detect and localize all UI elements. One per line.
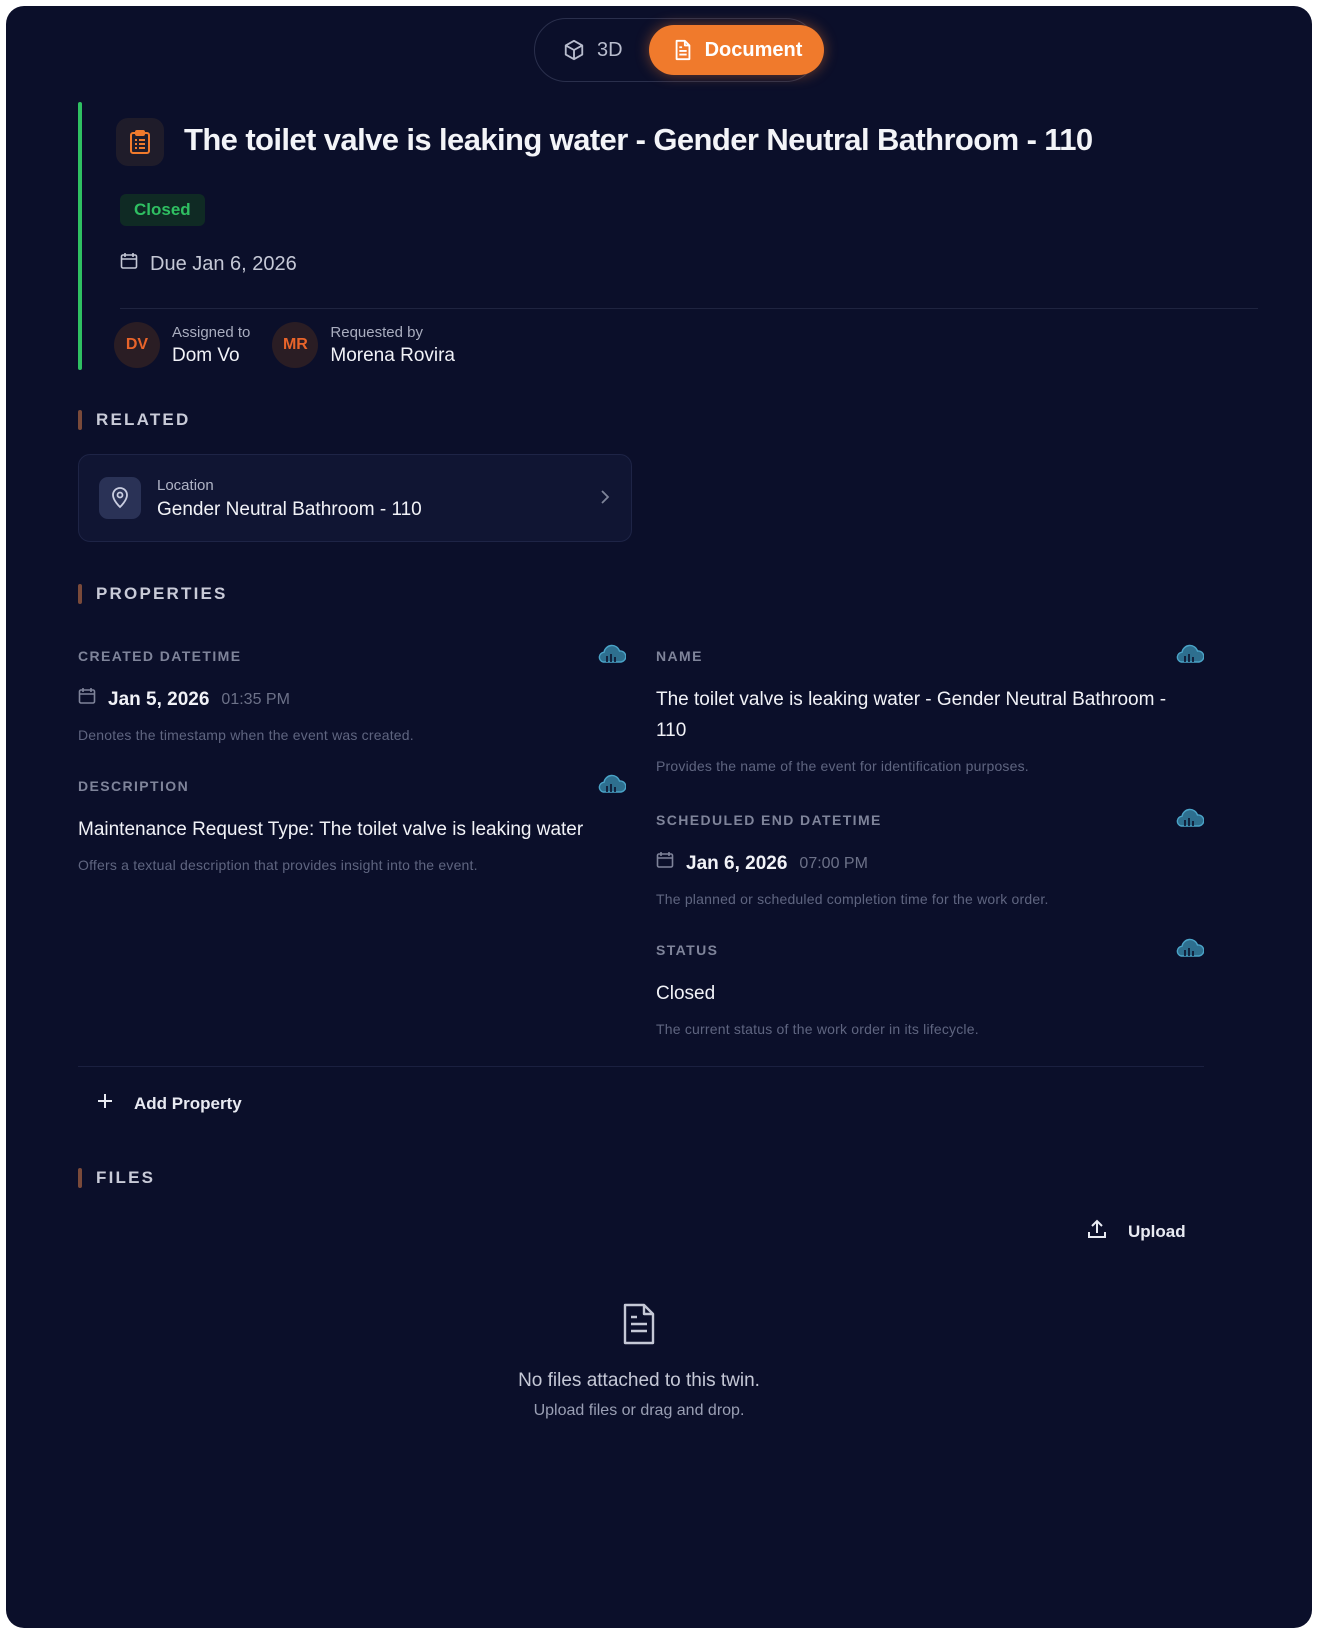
divider: [120, 308, 1258, 309]
cloud-data-icon[interactable]: [1176, 938, 1205, 965]
created-time: 01:35 PM: [221, 691, 290, 708]
section-accent: [78, 584, 82, 604]
cloud-data-icon[interactable]: [1176, 644, 1205, 671]
related-heading: RELATED: [78, 410, 190, 430]
property-name: NAME The toilet valve is leaking water -…: [656, 644, 1205, 774]
files-empty-state: No files attached to this twin. Upload f…: [6, 1302, 1272, 1420]
property-label: SCHEDULED END DATETIME: [656, 812, 882, 828]
property-description: Denotes the timestamp when the event was…: [78, 727, 414, 743]
property-label: STATUS: [656, 942, 719, 958]
property-status: STATUS Closed The current status of the …: [656, 938, 1205, 1037]
page-title: The toilet valve is leaking water - Gend…: [184, 122, 1093, 157]
properties-heading-text: PROPERTIES: [96, 584, 228, 603]
clipboard-icon: [116, 118, 164, 166]
empty-title: No files attached to this twin.: [518, 1370, 760, 1391]
calendar-icon: [120, 252, 138, 276]
cloud-data-icon[interactable]: [1176, 808, 1205, 835]
due-date-text: Due Jan 6, 2026: [150, 252, 297, 275]
file-icon: [6, 1302, 1272, 1346]
upload-button[interactable]: Upload: [1086, 1218, 1186, 1245]
created-date: Jan 5, 2026: [108, 689, 210, 710]
scheduled-end-time: 07:00 PM: [799, 855, 868, 872]
due-date: Due Jan 6, 2026: [120, 252, 297, 276]
location-value: Gender Neutral Bathroom - 110: [157, 499, 422, 520]
property-scheduled-end: SCHEDULED END DATETIME Jan 6, 2026 07:00…: [656, 808, 1205, 907]
map-pin-icon: [99, 477, 141, 519]
toggle-document-button[interactable]: Document: [648, 25, 825, 75]
section-accent: [78, 1168, 82, 1188]
property-value: Maintenance Request Type: The toilet val…: [78, 819, 584, 840]
add-property-label: Add Property: [134, 1093, 242, 1113]
toggle-3d-label: 3D: [597, 38, 623, 61]
files-heading: FILES: [78, 1168, 155, 1188]
avatar: DV: [114, 322, 160, 368]
property-created-datetime: CREATED DATETIME Jan 5, 2026 01:35 PM De…: [78, 644, 627, 743]
view-toggle: 3D Document: [534, 18, 825, 82]
requester-name: Morena Rovira: [330, 344, 455, 366]
calendar-icon: [78, 684, 96, 715]
toggle-3d-button[interactable]: 3D: [541, 25, 645, 75]
property-description: The current status of the work order in …: [656, 1021, 979, 1037]
cube-icon: [563, 39, 585, 61]
assignee-name: Dom Vo: [172, 344, 240, 366]
cloud-data-icon[interactable]: [598, 774, 627, 801]
cloud-data-icon[interactable]: [598, 644, 627, 671]
property-description-field: DESCRIPTION Maintenance Request Type: Th…: [78, 774, 627, 873]
upload-label: Upload: [1128, 1221, 1186, 1241]
assignee[interactable]: DV Assigned to Dom Vo: [114, 322, 250, 368]
section-accent: [78, 410, 82, 430]
plus-icon: [96, 1092, 114, 1115]
divider: [78, 1066, 1204, 1067]
property-description: Offers a textual description that provid…: [78, 857, 478, 873]
chevron-right-icon: [599, 487, 611, 512]
property-value: Closed: [656, 983, 716, 1004]
location-label: Location: [157, 477, 214, 494]
related-heading-text: RELATED: [96, 410, 191, 429]
avatar: MR: [272, 322, 319, 368]
property-description: The planned or scheduled completion time…: [656, 891, 1049, 907]
empty-subtitle: Upload files or drag and drop.: [533, 1402, 745, 1419]
property-description: Provides the name of the event for ident…: [656, 758, 1029, 774]
property-label: NAME: [656, 648, 703, 664]
assignee-role: Assigned to: [172, 323, 251, 341]
people-row: DV Assigned to Dom Vo MR Requested by Mo…: [114, 322, 455, 368]
scheduled-end-date: Jan 6, 2026: [686, 853, 788, 874]
requester-role: Requested by: [330, 323, 423, 341]
add-property-button[interactable]: Add Property: [96, 1092, 242, 1115]
upload-icon: [1086, 1218, 1108, 1245]
property-label: DESCRIPTION: [78, 778, 190, 794]
work-order-header: The toilet valve is leaking water - Gend…: [78, 102, 1258, 378]
status-badge: Closed: [120, 194, 205, 226]
files-heading-text: FILES: [96, 1168, 156, 1187]
status-accent-bar: [78, 102, 82, 370]
property-label: CREATED DATETIME: [78, 648, 242, 664]
toggle-document-label: Document: [704, 38, 803, 61]
property-value: Jan 6, 2026 07:00 PM: [656, 848, 1204, 879]
requester[interactable]: MR Requested by Morena Rovira: [272, 322, 455, 368]
property-value: Jan 5, 2026 01:35 PM: [78, 684, 626, 715]
location-card[interactable]: Location Gender Neutral Bathroom - 110: [78, 454, 632, 542]
properties-heading: PROPERTIES: [78, 584, 228, 604]
property-value: The toilet valve is leaking water - Gend…: [656, 689, 1167, 741]
document-icon: [673, 39, 693, 61]
document-panel: 3D Document The toilet valve is leaking …: [6, 6, 1312, 1628]
calendar-icon: [656, 848, 674, 879]
